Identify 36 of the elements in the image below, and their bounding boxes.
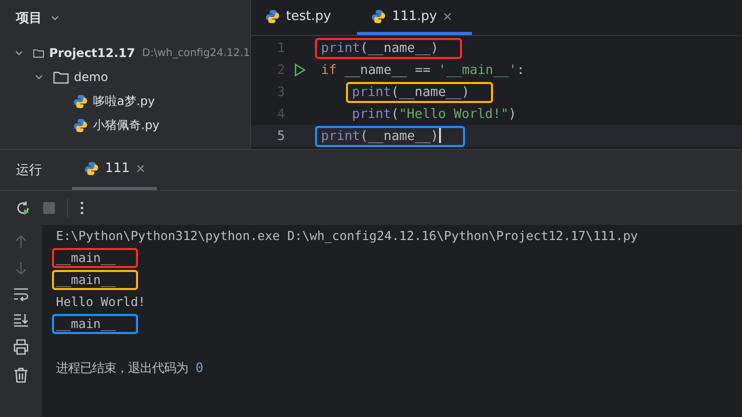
more-icon[interactable] bbox=[80, 200, 84, 216]
tree-item[interactable]: 小猪佩奇.py bbox=[93, 116, 160, 134]
console-output: __main__ bbox=[52, 270, 138, 290]
tree-item[interactable]: 哆啦a梦.py bbox=[93, 92, 155, 110]
python-icon bbox=[371, 8, 386, 24]
rerun-icon[interactable] bbox=[15, 200, 31, 216]
close-icon[interactable] bbox=[442, 12, 452, 20]
python-icon bbox=[265, 8, 280, 24]
code-line: if __name__ == '__main__': bbox=[320, 62, 526, 80]
exit-message: 进程已结束，退出代码为 0 bbox=[55, 358, 204, 378]
tree-item[interactable]: Project12.17 bbox=[49, 46, 136, 60]
file-tab[interactable]: 111.py bbox=[357, 0, 472, 35]
run-icon[interactable] bbox=[294, 63, 306, 77]
print-icon[interactable] bbox=[13, 339, 29, 355]
wrap-icon[interactable] bbox=[13, 287, 29, 301]
console-output: __main__ bbox=[52, 248, 138, 268]
chevron-icon[interactable] bbox=[50, 13, 60, 23]
close-icon[interactable] bbox=[136, 164, 145, 173]
chevron-icon[interactable] bbox=[34, 72, 44, 82]
file-tab[interactable]: test.py bbox=[251, 0, 346, 35]
panel-title[interactable]: 运行 bbox=[16, 161, 42, 179]
project-path: D:\wh_config24.12.1 bbox=[142, 47, 250, 59]
console-output: E:\Python\Python312\python.exe D:\wh_config24.12.16\Python\Project12.17\111.py bbox=[55, 227, 639, 245]
panel-title[interactable]: 项目 bbox=[16, 9, 42, 27]
scroll-to-end-icon[interactable] bbox=[13, 313, 29, 327]
code-line: print("Hello World!") bbox=[351, 106, 518, 124]
python-icon bbox=[73, 118, 88, 132]
python-icon bbox=[73, 94, 88, 108]
console-output: Hello World! bbox=[55, 293, 147, 311]
chevron-icon[interactable] bbox=[14, 48, 24, 58]
python-icon bbox=[84, 161, 99, 176]
tree-item[interactable]: demo bbox=[74, 70, 108, 84]
trash-icon[interactable] bbox=[13, 367, 29, 383]
line-number: 5 bbox=[276, 128, 285, 144]
console-output: __main__ bbox=[52, 314, 138, 334]
folder-icon bbox=[53, 70, 69, 84]
